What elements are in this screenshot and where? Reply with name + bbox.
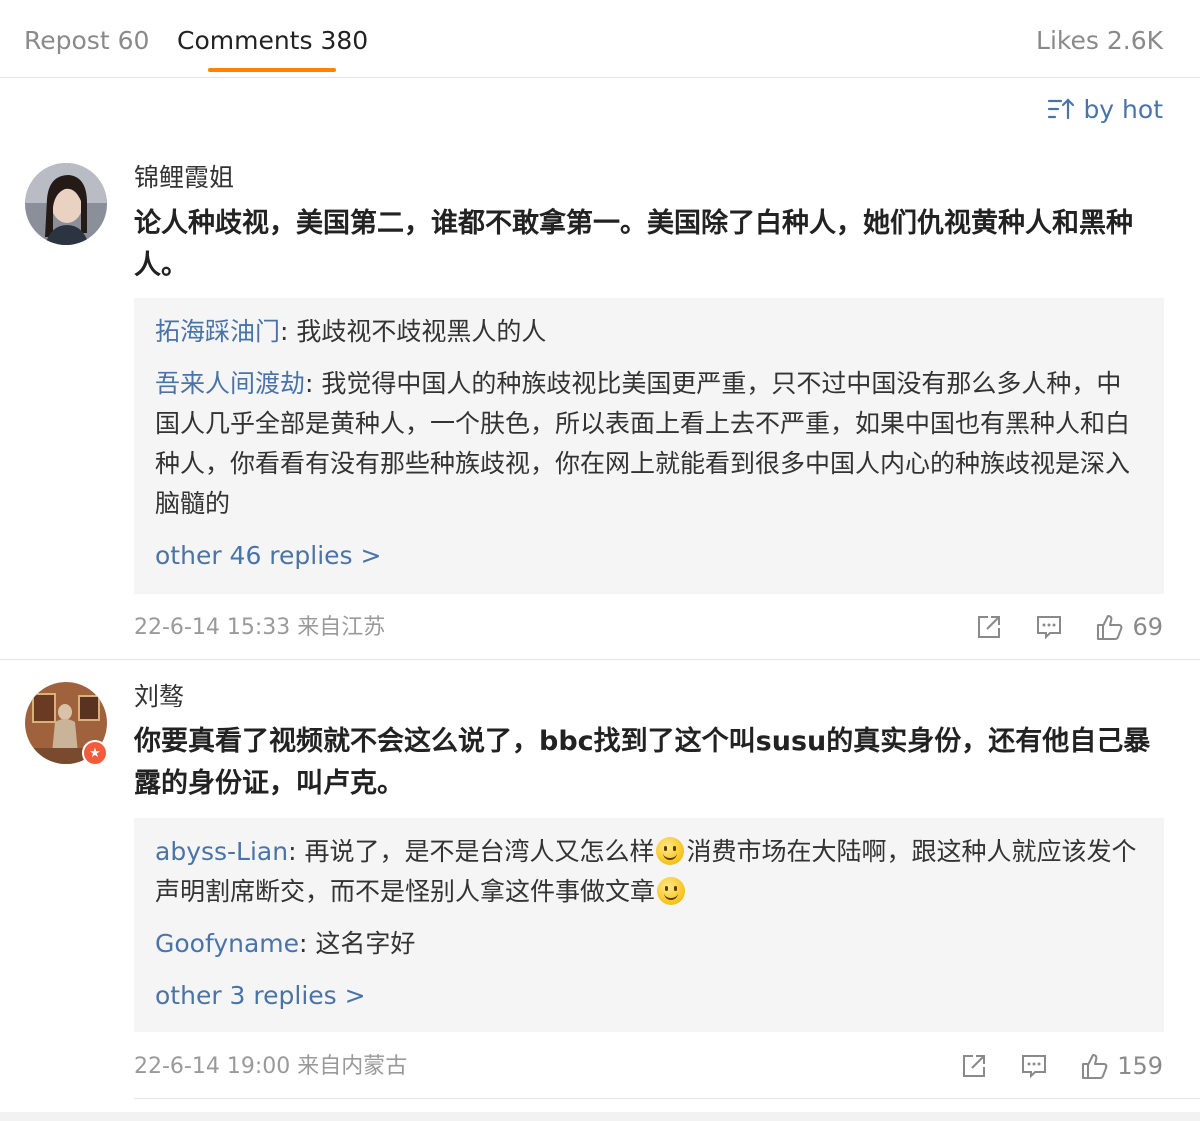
divider bbox=[0, 659, 1200, 660]
comment-icon bbox=[1037, 616, 1062, 640]
verified-badge-icon: ★ bbox=[82, 740, 108, 766]
tab-comments[interactable]: Comments 380 bbox=[177, 26, 368, 56]
reply-username[interactable]: 吾来人间渡劫 bbox=[155, 369, 305, 398]
more-replies-link[interactable]: other 46 replies > bbox=[155, 536, 1142, 576]
reply-username[interactable]: Goofyname bbox=[155, 929, 299, 958]
active-tab-indicator bbox=[208, 68, 336, 72]
reply-box: 拓海踩油门: 我歧视不歧视黑人的人 吾来人间渡劫: 我觉得中国人的种族歧视比美国… bbox=[134, 298, 1164, 594]
comment-text: 你要真看了视频就不会这么说了，bbc找到了这个叫susu的真实身份，还有他自己暴… bbox=[134, 726, 1151, 799]
share-icon bbox=[963, 1055, 986, 1077]
share-button[interactable] bbox=[976, 614, 1002, 640]
like-icon bbox=[1082, 1054, 1108, 1079]
reply-box: abyss-Lian: 再说了，是不是台湾人又怎么样 消费市场在大陆啊，跟这种人就… bbox=[134, 818, 1164, 1032]
comment-actions: 159 bbox=[961, 1051, 1163, 1081]
sort-label: by hot bbox=[1083, 94, 1163, 124]
share-button[interactable] bbox=[961, 1053, 987, 1079]
comment-button[interactable] bbox=[1021, 1053, 1047, 1079]
like-icon bbox=[1097, 615, 1123, 640]
reply-text: : 我歧视不歧视黑人的人 bbox=[280, 317, 547, 346]
reply-item: 吾来人间渡劫: 我觉得中国人的种族歧视比美国更严重，只不过中国没有那么多人种，中… bbox=[155, 364, 1142, 524]
sort-icon bbox=[1048, 98, 1075, 120]
comment-actions: 69 bbox=[976, 612, 1163, 642]
bottom-band bbox=[0, 1112, 1200, 1121]
comment-meta: 22-6-14 15:33 来自江苏 bbox=[134, 615, 386, 640]
like-count: 69 bbox=[1132, 613, 1163, 641]
comment-username[interactable]: 锦鲤霞姐 bbox=[134, 162, 234, 194]
smile-emoji-icon bbox=[657, 877, 686, 905]
reply-username[interactable]: 拓海踩油门 bbox=[155, 317, 280, 346]
comment-username[interactable]: 刘骜 bbox=[134, 681, 184, 713]
reply-username[interactable]: abyss-Lian bbox=[155, 837, 288, 866]
smile-emoji-icon bbox=[656, 837, 685, 865]
comment-text: 论人种歧视，美国第二，谁都不敢拿第一。美国除了白种人，她们仇视黄种人和黑种人。 bbox=[134, 208, 1133, 281]
tab-likes[interactable]: Likes 2.6K bbox=[1036, 26, 1163, 56]
avatar[interactable] bbox=[25, 163, 107, 245]
tab-repost[interactable]: Repost 60 bbox=[24, 26, 149, 56]
like-button[interactable]: 159 bbox=[1081, 1052, 1163, 1080]
reply-text: : 再说了，是不是台湾人又怎么样 bbox=[288, 837, 655, 866]
comment-icon bbox=[1022, 1055, 1047, 1079]
reply-text: : 这名字好 bbox=[299, 929, 416, 958]
tabs-bar: Repost 60 Comments 380 Likes 2.6K bbox=[0, 0, 1200, 78]
like-button[interactable]: 69 bbox=[1096, 613, 1163, 641]
share-icon bbox=[978, 616, 1001, 638]
more-replies-link[interactable]: other 3 replies > bbox=[155, 976, 1142, 1016]
reply-item: Goofyname: 这名字好 bbox=[155, 924, 1142, 964]
reply-item: abyss-Lian: 再说了，是不是台湾人又怎么样 消费市场在大陆啊，跟这种人就… bbox=[155, 832, 1142, 912]
comment-meta: 22-6-14 19:00 来自内蒙古 bbox=[134, 1054, 408, 1079]
divider bbox=[134, 1098, 1200, 1099]
like-count: 159 bbox=[1117, 1052, 1163, 1080]
sort-by-hot-button[interactable]: by hot bbox=[1047, 93, 1163, 125]
comment-button[interactable] bbox=[1036, 614, 1062, 640]
reply-item: 拓海踩油门: 我歧视不歧视黑人的人 bbox=[155, 312, 1142, 352]
